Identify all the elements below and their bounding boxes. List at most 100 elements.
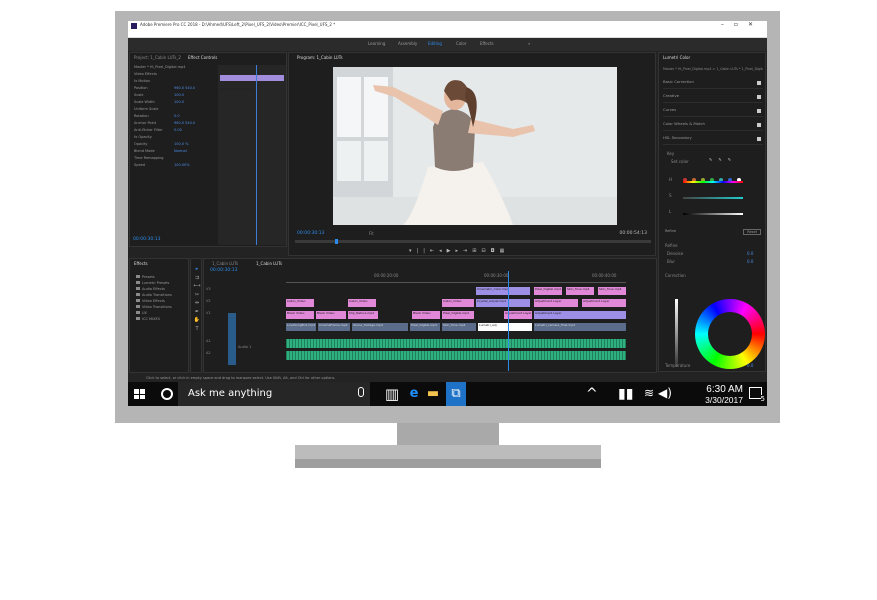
start-button[interactable] xyxy=(134,389,145,399)
timeline-clip[interactable]: Black Video xyxy=(316,311,346,319)
property-row[interactable]: Scale Width 100.0 xyxy=(134,100,214,107)
property-row[interactable]: fx Motion xyxy=(134,79,214,86)
workspace-editing[interactable]: Editing xyxy=(428,41,442,46)
timeline-clip[interactable]: Cabin_Video xyxy=(348,299,376,307)
effects-folder[interactable]: ICC MIXES xyxy=(136,317,160,321)
step-back-icon[interactable]: ◂ xyxy=(439,248,447,254)
color-wheel[interactable] xyxy=(695,299,765,369)
program-playhead[interactable] xyxy=(335,239,338,244)
luminance-slider[interactable] xyxy=(683,213,743,215)
section-creative[interactable]: Creative xyxy=(663,93,763,103)
workspace-more-icon[interactable]: » xyxy=(528,41,530,46)
workspace-assembly[interactable]: Assembly xyxy=(398,41,417,46)
fit-dropdown[interactable]: Fit xyxy=(369,231,374,236)
timeline-clip[interactable]: Cabin_Video xyxy=(286,299,314,307)
property-row[interactable]: Opacity 100.0 % xyxy=(134,142,214,149)
go-to-out-icon[interactable]: ⇥ xyxy=(463,248,472,254)
action-center-icon[interactable]: 5 xyxy=(749,387,765,403)
camera-icon[interactable]: ◘ xyxy=(491,248,500,254)
wheel-left-slider[interactable] xyxy=(675,299,678,367)
property-row[interactable]: Anti-flicker Filter 0.00 xyxy=(134,128,214,135)
property-row[interactable]: fx Opacity xyxy=(134,135,214,142)
audio-clip-a1[interactable] xyxy=(286,339,626,348)
workspace-color[interactable]: Color xyxy=(456,41,466,46)
section-curves[interactable]: Curves xyxy=(663,107,763,117)
lift-icon[interactable]: ⊞ xyxy=(472,248,481,254)
timeline-clip[interactable]: Crystal_Adjust.mp4 xyxy=(476,299,530,307)
volume-icon[interactable]: ◀) xyxy=(658,386,672,400)
effects-folder[interactable]: Audio Effects xyxy=(136,287,165,291)
section-hsl-secondary[interactable]: HSL Secondary xyxy=(663,135,763,145)
tool-icons[interactable]: ▸ ⇉ ⟷ ✂ ⇹ ✒ ✋ T xyxy=(193,265,201,333)
property-row[interactable]: Rotation 0.0 xyxy=(134,114,214,121)
tab-effects[interactable]: Effects xyxy=(134,261,148,266)
effects-folder[interactable]: Presets xyxy=(136,275,155,279)
track-target-bar[interactable] xyxy=(228,313,236,365)
timeline-clip[interactable]: Lumetri_adj xyxy=(478,323,532,331)
chevron-up-icon[interactable]: ^ xyxy=(586,386,598,402)
property-row[interactable]: Speed 100.00% xyxy=(134,163,214,170)
color-gray-row[interactable]: Refine Reset xyxy=(665,229,761,237)
effect-controls-mini-timeline[interactable]: Pixel_Digital_ICC.mp4 xyxy=(218,65,286,245)
program-timecode[interactable]: 00:00:30:13 xyxy=(297,231,324,236)
timeline-clip[interactable]: Skin_Tone.mp4 xyxy=(598,287,626,295)
timeline-clip[interactable]: Skin_Tone.mp4 xyxy=(442,323,476,331)
timeline-clip[interactable]: Clip_Nature.mp4 xyxy=(348,311,378,319)
effects-folder[interactable]: UX xyxy=(136,311,147,315)
workspace-effects[interactable]: Effects xyxy=(480,41,494,46)
tab-effect-controls[interactable]: Effect Controls xyxy=(188,55,217,60)
timeline-clip[interactable]: Pixel_Digital.mp4 xyxy=(410,323,440,331)
section-basic-correction[interactable]: Basic Correction xyxy=(663,79,763,89)
ec-playhead[interactable] xyxy=(256,65,257,245)
timeline-clip[interactable]: Adjustment Layer xyxy=(534,311,626,319)
hue-slider[interactable] xyxy=(683,181,743,183)
timeline-playhead[interactable] xyxy=(508,271,509,371)
tab-sequence-2[interactable]: 1_Cabin LUTs xyxy=(256,261,282,266)
effects-folder[interactable]: Audio Transitions xyxy=(136,293,172,297)
checkbox[interactable] xyxy=(757,109,761,113)
property-row[interactable]: Anchor Point 960.0 540.0 xyxy=(134,121,214,128)
track-header-v2[interactable]: V2 xyxy=(206,299,282,307)
effects-folder[interactable]: Video Effects xyxy=(136,299,165,303)
go-to-in-icon[interactable]: ⇤ xyxy=(430,248,439,254)
store-icon[interactable]: ⧉ xyxy=(446,382,466,406)
track-header-v3[interactable]: V3 xyxy=(206,287,282,295)
step-forward-icon[interactable]: ▸ xyxy=(455,248,463,254)
taskbar-clock[interactable]: 6:30 AM 3/30/2017 xyxy=(705,384,743,405)
timeline-ruler[interactable] xyxy=(286,282,626,283)
denoise-value[interactable]: 0.0 xyxy=(747,251,753,256)
property-row[interactable]: Scale 100.0 xyxy=(134,93,214,100)
timeline-timecode[interactable]: 00:00:30:13 xyxy=(210,268,237,273)
effects-folder[interactable]: Video Transitions xyxy=(136,305,172,309)
edge-icon[interactable]: e xyxy=(406,385,422,403)
search-placeholder[interactable]: Ask me anything xyxy=(188,388,272,399)
track-header-v1[interactable]: V1 xyxy=(206,311,282,319)
checkbox[interactable] xyxy=(757,81,761,85)
temperature-value[interactable]: 0.0 xyxy=(747,363,753,368)
timeline-clip[interactable]: Adjustment Layer xyxy=(534,299,578,307)
tab-project[interactable]: Project: 1_Cabin LUTs_2 xyxy=(134,55,181,60)
window-controls[interactable]: –▫✕ xyxy=(721,21,763,28)
checkbox[interactable] xyxy=(757,137,761,141)
cortana-icon[interactable] xyxy=(161,388,173,400)
timeline-clip[interactable]: Lumetri_camera_final.mp4 xyxy=(534,323,626,331)
program-scrub-bar[interactable] xyxy=(295,239,651,244)
timeline-clip[interactable]: Black Video xyxy=(412,311,440,319)
timeline-clip[interactable]: CinemaFrame.mp4 xyxy=(318,323,350,331)
section-color-wheels[interactable]: Color Wheels & Match xyxy=(663,121,763,131)
marker-icon[interactable]: ▾ xyxy=(409,248,417,254)
tab-sequence-1[interactable]: 1_Cabin LUTs xyxy=(212,261,238,266)
audio-clip-a2[interactable] xyxy=(286,351,626,360)
timeline-clip[interactable]: Skin_Tone.mp4 xyxy=(566,287,594,295)
property-row[interactable]: Blend Mode Normal xyxy=(134,149,214,156)
task-view-icon[interactable]: ▥ xyxy=(382,385,402,403)
eyedropper-icons[interactable]: ✎✎✎ xyxy=(709,157,737,162)
microphone-icon[interactable] xyxy=(358,387,364,397)
tablet-mode-icon[interactable]: ▮▮ xyxy=(618,386,633,402)
ec-timecode[interactable]: 00:00:30:13 xyxy=(133,237,160,242)
extract-icon[interactable]: ⊟ xyxy=(481,248,490,254)
out-point-icon[interactable]: | xyxy=(423,248,430,254)
timeline-clip[interactable]: LoveSongEnd.mp4 xyxy=(286,323,316,331)
timeline-clip[interactable]: Pixel_Digital.mp4 xyxy=(442,311,474,319)
timeline-clip[interactable]: Cabin_Video xyxy=(442,299,474,307)
